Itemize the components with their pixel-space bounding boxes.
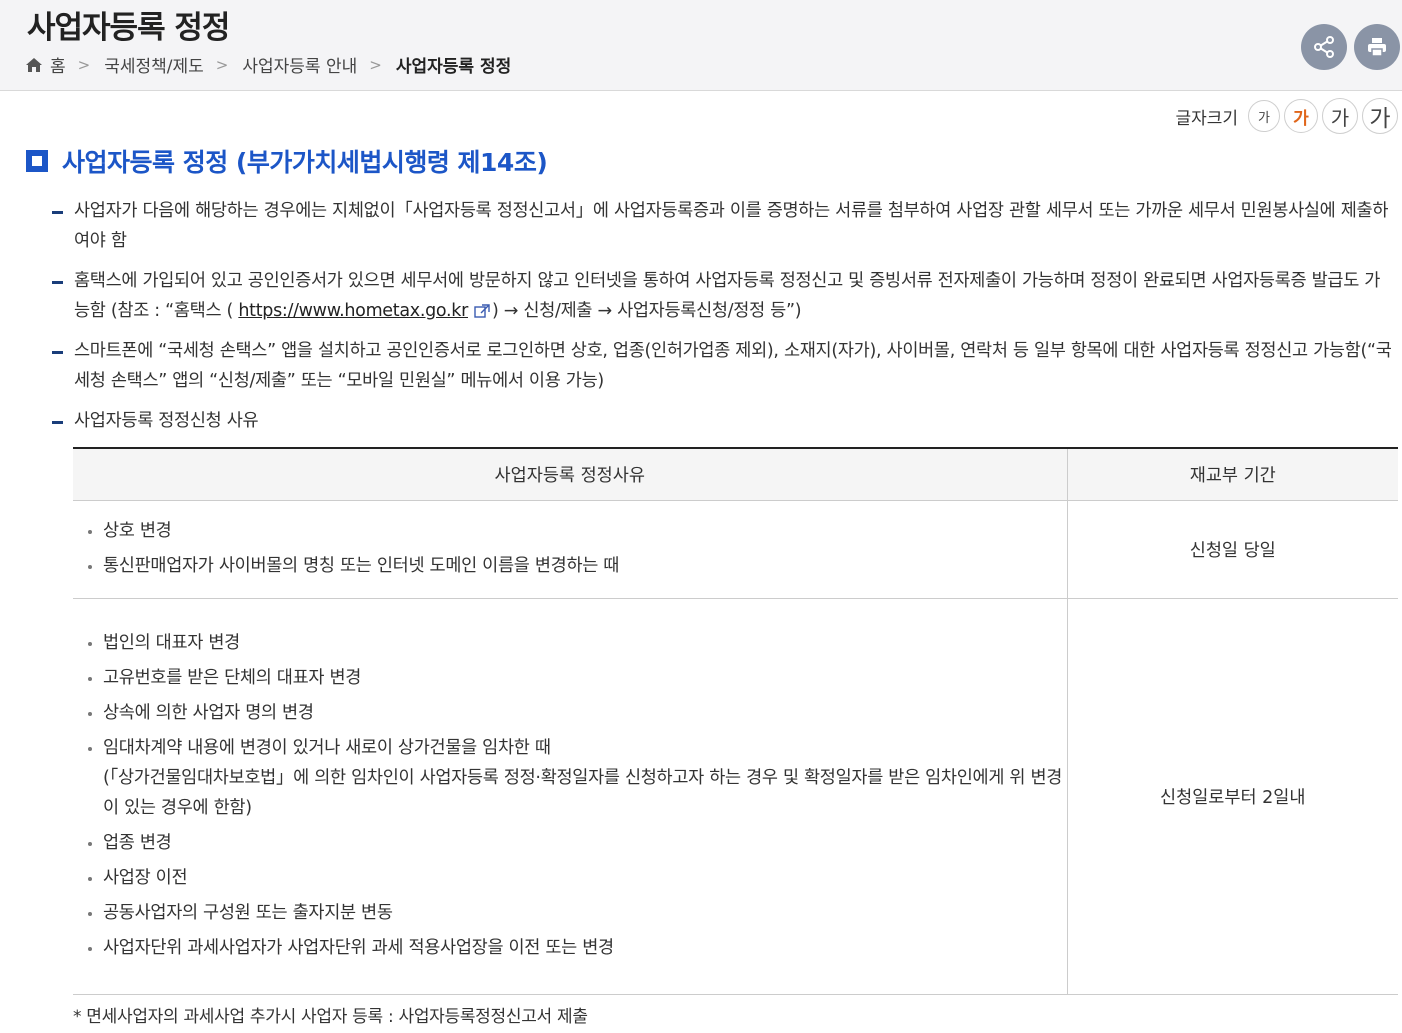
reason-cell: 상호 변경 통신판매업자가 사이버몰의 명칭 또는 인터넷 도메인 이름을 변경…	[73, 500, 1068, 599]
font-size-small-button[interactable]: 가	[1248, 100, 1280, 132]
list-item-text: ) → 신청/제출 → 사업자등록신청/정정 등”)	[491, 301, 802, 321]
reason-cell: 법인의 대표자 변경 고유번호를 받은 단체의 대표자 변경 상속에 의한 사업…	[73, 598, 1068, 995]
font-size-control: 글자크기 가 가 가 가	[1175, 98, 1398, 134]
reason-item: 사업자단위 과세사업자가 사업자단위 과세 적용사업장을 이전 또는 변경	[85, 933, 1067, 963]
font-size-label: 글자크기	[1175, 108, 1238, 129]
hometax-link[interactable]: https://www.hometax.go.kr	[238, 301, 468, 321]
page-header: 사업자등록 정정 홈 > 국세정책/제도 > 사업자등록 안내 > 사업자등록 …	[0, 0, 1402, 91]
reason-item: 상속에 의한 사업자 명의 변경	[85, 698, 1067, 728]
chevron-right-icon: >	[369, 55, 382, 74]
share-button[interactable]	[1301, 24, 1347, 70]
home-icon[interactable]	[26, 57, 42, 72]
print-button[interactable]	[1354, 24, 1400, 70]
font-size-xlarge-button[interactable]: 가	[1362, 98, 1398, 134]
font-size-default-button[interactable]: 가	[1284, 99, 1318, 133]
reason-item: 법인의 대표자 변경	[85, 628, 1067, 658]
table-header-row: 사업자등록 정정사유 재교부 기간	[73, 448, 1398, 501]
period-cell: 신청일 당일	[1067, 500, 1398, 599]
breadcrumb-current: 사업자등록 정정	[395, 57, 512, 77]
reason-item: 고유번호를 받은 단체의 대표자 변경	[85, 663, 1067, 693]
table-row: 상호 변경 통신판매업자가 사이버몰의 명칭 또는 인터넷 도메인 이름을 변경…	[73, 500, 1398, 599]
footnote: * 면세사업자의 과세사업 추가시 사업자 등록 : 사업자등록정정신고서 제출	[73, 1007, 588, 1027]
breadcrumb-registration-guide[interactable]: 사업자등록 안내	[242, 52, 357, 77]
reason-item: 사업장 이전	[85, 863, 1067, 893]
list-item: 스마트폰에 “국세청 손택스” 앱을 설치하고 공인인증서로 로그인하면 상호,…	[52, 336, 1392, 396]
info-list: 사업자가 다음에 해당하는 경우에는 지체없이「사업자등록 정정신고서」에 사업…	[52, 196, 1392, 446]
section-heading: 사업자등록 정정 (부가가치세법시행령 제14조)	[26, 143, 548, 179]
lease-note: (「상가건물임대차보호법」에 의한 임차인이 사업자등록 정정·확정일자를 신청…	[103, 767, 1063, 818]
page-title: 사업자등록 정정	[27, 10, 230, 46]
period-cell: 신청일로부터 2일내	[1067, 598, 1398, 995]
reason-item: 공동사업자의 구성원 또는 출자지분 변동	[85, 898, 1067, 928]
reason-item: 상호 변경	[85, 516, 1067, 546]
reason-item: 임대차계약 내용에 변경이 있거나 새로이 상가건물을 임차한 때 (「상가건물임…	[85, 733, 1067, 823]
list-item: 사업자가 다음에 해당하는 경우에는 지체없이「사업자등록 정정신고서」에 사업…	[52, 196, 1392, 256]
list-item: 사업자등록 정정신청 사유	[52, 406, 1392, 436]
print-icon	[1368, 38, 1386, 57]
share-icon	[1314, 36, 1334, 58]
list-item: 홈택스에 가입되어 있고 공인인증서가 있으면 세무서에 방문하지 않고 인터넷…	[52, 266, 1392, 326]
chevron-right-icon: >	[77, 55, 91, 74]
external-link-icon[interactable]	[474, 304, 490, 318]
correction-reasons-table: 사업자등록 정정사유 재교부 기간 상호 변경 통신판매업자가 사이버몰의 명칭…	[73, 447, 1398, 995]
breadcrumb-tax-policy[interactable]: 국세정책/제도	[104, 52, 204, 77]
reason-item-text: 임대차계약 내용에 변경이 있거나 새로이 상가건물을 임차한 때	[103, 737, 551, 758]
square-bullet-icon	[26, 150, 48, 172]
reason-item: 통신판매업자가 사이버몰의 명칭 또는 인터넷 도메인 이름을 변경하는 때	[85, 551, 1067, 581]
chevron-right-icon: >	[215, 55, 229, 74]
font-size-large-button[interactable]: 가	[1322, 98, 1358, 134]
column-header-reason: 사업자등록 정정사유	[73, 448, 1068, 501]
breadcrumb-home[interactable]: 홈	[50, 52, 66, 77]
reason-item: 업종 변경	[85, 828, 1067, 858]
section-title: 사업자등록 정정 (부가가치세법시행령 제14조)	[62, 148, 548, 177]
column-header-period: 재교부 기간	[1067, 448, 1398, 501]
table-row: 법인의 대표자 변경 고유번호를 받은 단체의 대표자 변경 상속에 의한 사업…	[73, 598, 1398, 995]
breadcrumb: 홈 > 국세정책/제도 > 사업자등록 안내 > 사업자등록 정정	[26, 52, 511, 77]
